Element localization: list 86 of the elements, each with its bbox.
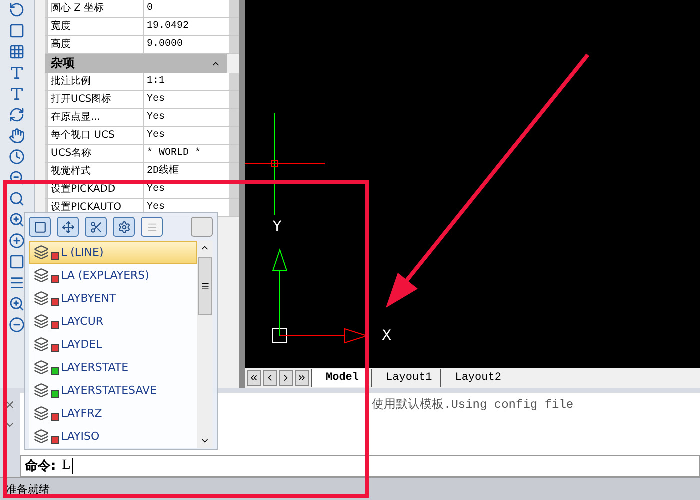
tab-nav-button[interactable] bbox=[247, 370, 261, 386]
toolbar-icon[interactable] bbox=[9, 296, 25, 312]
toolbar-icon[interactable] bbox=[9, 2, 25, 18]
section-title: 杂项 bbox=[51, 55, 75, 72]
layers-icon bbox=[34, 291, 49, 306]
suggestion-label: LAYFRZ bbox=[61, 407, 102, 420]
tab-nav-button[interactable] bbox=[295, 370, 309, 386]
toolbar-icon[interactable] bbox=[9, 65, 25, 81]
chevron-icon bbox=[297, 373, 307, 384]
property-name: 每个视口 UCS bbox=[47, 127, 143, 144]
command-suggestion[interactable]: L (LINE) bbox=[29, 241, 197, 264]
command-prompt: 命令: bbox=[25, 458, 56, 476]
property-name: 在原点显... bbox=[47, 109, 143, 126]
command-input[interactable]: 命令: L bbox=[20, 455, 700, 478]
suggestion-label: LA (EXPLAYERS) bbox=[61, 269, 150, 282]
toolbar-icon[interactable] bbox=[9, 317, 25, 333]
tab-nav-button[interactable] bbox=[279, 370, 293, 386]
status-text: 准备就绪 bbox=[6, 482, 50, 497]
window-icon[interactable] bbox=[29, 217, 51, 237]
chevron-icon bbox=[249, 373, 259, 384]
layers-icon bbox=[34, 314, 49, 329]
property-name: 宽度 bbox=[47, 18, 143, 35]
layers-icon bbox=[34, 337, 49, 352]
property-value[interactable]: 9.0000 bbox=[143, 36, 229, 53]
toolbar-icon[interactable] bbox=[9, 107, 25, 123]
toolbar-icon[interactable] bbox=[9, 233, 25, 249]
scroll-thumb[interactable] bbox=[198, 257, 212, 315]
layers-icon bbox=[34, 383, 49, 398]
toolbar-icon[interactable] bbox=[9, 275, 25, 291]
toolbar-icon[interactable] bbox=[9, 149, 25, 165]
property-value[interactable]: Yes bbox=[143, 127, 229, 144]
property-value[interactable]: 19.0492 bbox=[143, 18, 229, 35]
toolbar-icon[interactable] bbox=[9, 23, 25, 39]
property-name: UCS名称 bbox=[47, 145, 143, 162]
grip-icon bbox=[200, 282, 210, 290]
axis-label: X bbox=[382, 329, 392, 343]
property-value[interactable]: * WORLD * bbox=[143, 145, 229, 162]
history-line: 使用默认模板.Using config file bbox=[372, 397, 575, 414]
suggestion-label: LAYCUR bbox=[61, 315, 104, 328]
layers-icon bbox=[34, 406, 49, 421]
layout-tab[interactable]: Layout1 bbox=[371, 369, 438, 388]
close-icon[interactable] bbox=[4, 399, 16, 412]
command-suggestion[interactable]: LAYISO bbox=[29, 425, 197, 448]
suggestion-label: LAYERSTATESAVE bbox=[61, 384, 158, 397]
command-suggestion[interactable]: LAYERSTATE bbox=[29, 356, 197, 379]
property-value[interactable]: 0 bbox=[143, 0, 229, 17]
property-value[interactable]: 1:1 bbox=[143, 73, 229, 90]
axis-label: Y bbox=[273, 220, 282, 234]
suggestion-label: L (LINE) bbox=[61, 246, 104, 259]
toolbar-icon[interactable] bbox=[9, 191, 25, 207]
property-name: 视觉样式 bbox=[47, 163, 143, 180]
layout-tab[interactable]: Layout2 bbox=[440, 369, 508, 388]
layers-icon bbox=[34, 360, 49, 375]
toolbar-icon[interactable] bbox=[9, 128, 25, 144]
scissors-icon[interactable] bbox=[85, 217, 107, 237]
property-name: 打开UCS图标 bbox=[47, 91, 143, 108]
toolbar-icon[interactable] bbox=[9, 254, 25, 270]
suggestion-label: LAYBYENT bbox=[61, 292, 116, 305]
command-suggestion[interactable]: LAYDEL bbox=[29, 333, 197, 356]
command-suggestion[interactable]: LA (EXPLAYERS) bbox=[29, 264, 197, 287]
toolbar-icon[interactable] bbox=[9, 86, 25, 102]
property-value[interactable]: 2D线框 bbox=[143, 163, 229, 180]
toolbar-icon[interactable] bbox=[9, 44, 25, 60]
layers-icon bbox=[34, 245, 49, 260]
settings-icon[interactable] bbox=[113, 217, 135, 237]
layers-icon bbox=[34, 268, 49, 283]
command-value: L bbox=[62, 458, 73, 474]
command-suggestion[interactable]: LAYERSTATESAVE bbox=[29, 379, 197, 402]
property-value[interactable]: Yes bbox=[143, 91, 229, 108]
suggestion-label: LAYDEL bbox=[61, 338, 102, 351]
command-suggestion[interactable]: LAYCUR bbox=[29, 310, 197, 333]
scrollbar[interactable] bbox=[197, 241, 213, 448]
layers-icon bbox=[34, 429, 49, 444]
toolbar-icon[interactable] bbox=[9, 212, 25, 228]
section-header[interactable]: 杂项 bbox=[45, 54, 227, 73]
move-icon[interactable] bbox=[57, 217, 79, 237]
tab-nav-button[interactable] bbox=[263, 370, 277, 386]
command-suggestion[interactable]: LAYFRZ bbox=[29, 402, 197, 425]
suggestion-label: LAYERSTATE bbox=[61, 361, 129, 374]
property-name: 圆心 Z 坐标 bbox=[47, 0, 143, 17]
property-name: 批注比例 bbox=[47, 73, 143, 90]
drawing-canvas[interactable]: Y X bbox=[245, 0, 700, 368]
property-name: 高度 bbox=[47, 36, 143, 53]
suggestion-label: LAYISO bbox=[61, 430, 100, 443]
command-suggestion[interactable]: LAYBYENT bbox=[29, 287, 197, 310]
property-value[interactable]: Yes bbox=[143, 109, 229, 126]
